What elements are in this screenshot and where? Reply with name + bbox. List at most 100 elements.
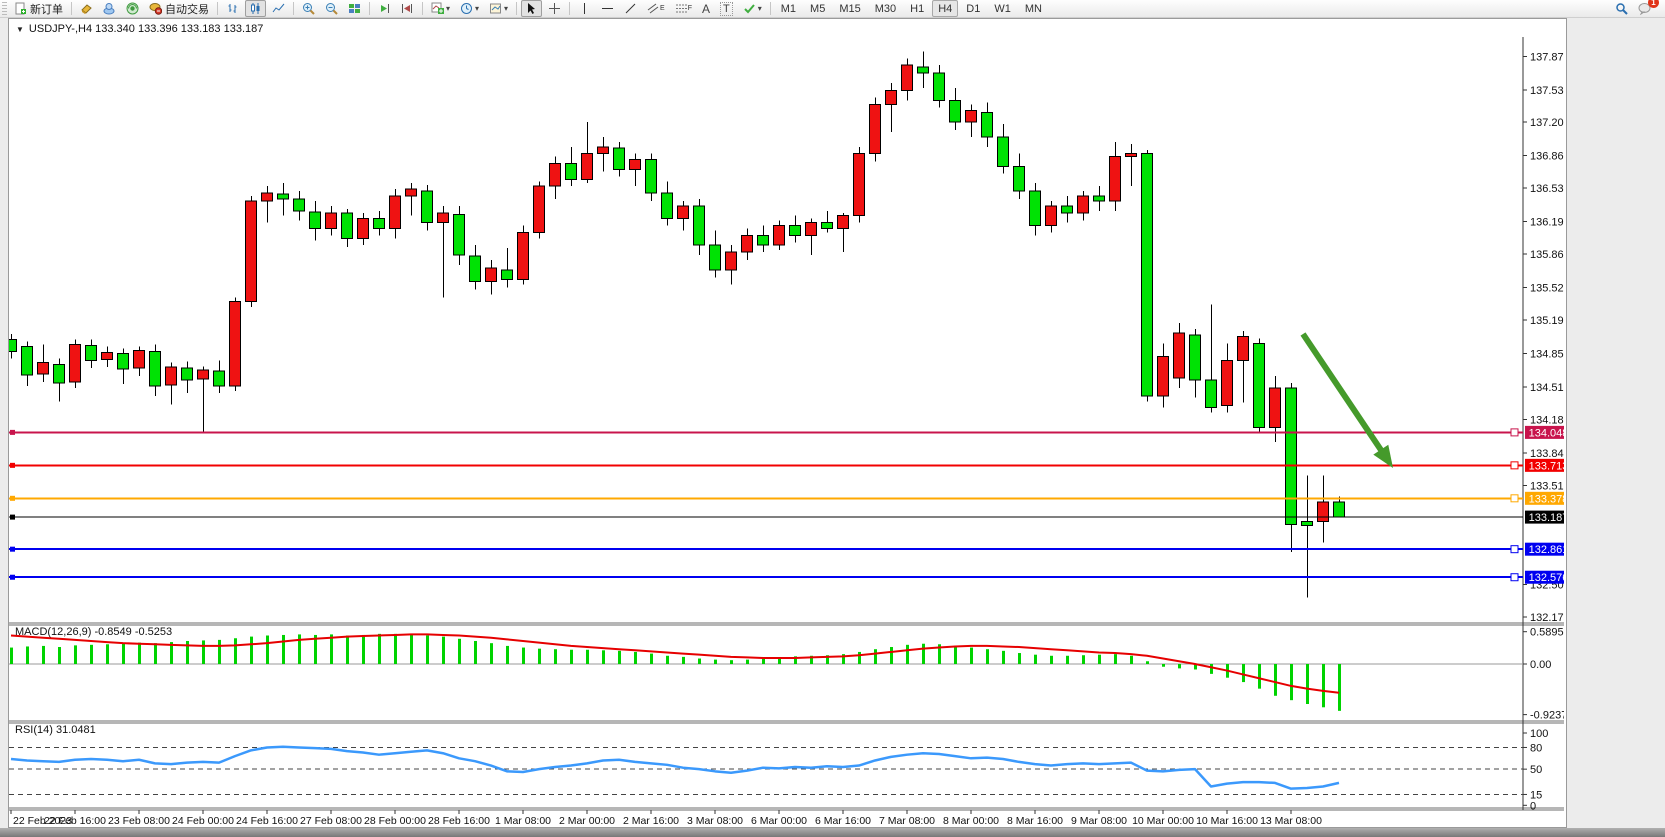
horizontal-line-button[interactable] xyxy=(597,0,618,17)
cursor-button[interactable] xyxy=(521,0,542,17)
new-order-icon xyxy=(14,2,27,15)
zoom-out-button[interactable] xyxy=(321,0,342,17)
candle-chart-icon xyxy=(249,2,262,15)
trendline-button[interactable] xyxy=(620,0,641,17)
rsi-pane[interactable]: 1008050150 xyxy=(9,728,1548,812)
new-order-label: 新订单 xyxy=(30,1,63,17)
signal-button[interactable] xyxy=(122,0,143,17)
channel-icon xyxy=(647,2,660,15)
svg-text:132.170: 132.170 xyxy=(1530,612,1564,624)
svg-text:10 Mar 16:00: 10 Mar 16:00 xyxy=(1196,815,1258,825)
timeframe-h4-button[interactable]: H4 xyxy=(932,0,958,17)
terminal-button[interactable] xyxy=(99,0,120,17)
auto-scroll-button[interactable] xyxy=(374,0,395,17)
search-button[interactable] xyxy=(1611,0,1632,17)
bar-chart-button[interactable] xyxy=(222,0,243,17)
arrows-icon xyxy=(743,2,756,15)
separator xyxy=(293,2,294,15)
collapse-triangle-icon[interactable]: ▼ xyxy=(16,25,24,34)
candles-layer[interactable] xyxy=(9,51,1345,597)
svg-text:27 Feb 08:00: 27 Feb 08:00 xyxy=(300,815,362,825)
zoom-in-button[interactable] xyxy=(298,0,319,17)
timeframe-h1-button[interactable]: H1 xyxy=(904,0,930,17)
macd-indicator-label: MACD(12,26,9) -0.8549 -0.5253 xyxy=(15,626,172,638)
cursor-icon xyxy=(525,2,538,15)
fibonacci-button[interactable]: F xyxy=(671,0,696,17)
bottom-strip xyxy=(0,828,1665,837)
dropdown-caret-icon: ▾ xyxy=(504,4,508,13)
svg-text:1 Mar 08:00: 1 Mar 08:00 xyxy=(495,815,551,825)
arrows-button[interactable]: ▾ xyxy=(739,0,766,17)
text-label-button[interactable]: T xyxy=(716,0,737,17)
svg-text:136.190: 136.190 xyxy=(1530,217,1564,229)
clock-icon xyxy=(460,2,473,15)
svg-text:133.840: 133.840 xyxy=(1530,448,1564,460)
styles-button[interactable] xyxy=(76,0,97,17)
macd-pane[interactable]: 0.58950.00-0.9237 xyxy=(9,627,1564,722)
auto-trading-button[interactable]: 自动交易 xyxy=(145,0,213,17)
svg-text:133.510: 133.510 xyxy=(1530,480,1564,492)
candle-chart-button[interactable] xyxy=(245,0,266,17)
auto-trading-label: 自动交易 xyxy=(165,1,209,17)
fibo-letter: F xyxy=(688,5,692,12)
timeframe-d1-button[interactable]: D1 xyxy=(960,0,986,17)
svg-text:8 Mar 16:00: 8 Mar 16:00 xyxy=(1007,815,1063,825)
time-axis[interactable]: 22 Feb 202322 Feb 16:0023 Feb 08:0024 Fe… xyxy=(11,810,1322,825)
svg-text:134.048: 134.048 xyxy=(1529,427,1564,439)
price-axis[interactable]: 137.870137.530137.200136.860136.530136.1… xyxy=(1523,51,1564,624)
toolbar-grip[interactable] xyxy=(2,2,7,15)
svg-text:134.180: 134.180 xyxy=(1530,414,1564,426)
timeframe-m1-button[interactable]: M1 xyxy=(775,0,802,17)
svg-text:22 Feb 16:00: 22 Feb 16:00 xyxy=(44,815,106,825)
dropdown-caret-icon: ▾ xyxy=(758,4,762,13)
terminal-icon xyxy=(103,2,116,15)
dropdown-caret-icon: ▾ xyxy=(446,4,450,13)
chart-shift-button[interactable] xyxy=(397,0,418,17)
notifications-button[interactable]: 1 xyxy=(1634,0,1655,17)
line-chart-button[interactable] xyxy=(268,0,289,17)
svg-text:135.520: 135.520 xyxy=(1530,283,1564,295)
equidistant-channel-button[interactable]: E xyxy=(643,0,669,17)
signal-icon xyxy=(126,2,139,15)
separator xyxy=(770,2,771,15)
timeframe-m30-button[interactable]: M30 xyxy=(869,0,902,17)
separator xyxy=(217,2,218,15)
price-levels-layer[interactable]: 134.048133.713133.378133.187132.861132.5… xyxy=(9,426,1564,584)
svg-text:10 Mar 00:00: 10 Mar 00:00 xyxy=(1132,815,1194,825)
separator xyxy=(71,2,72,15)
timeframe-w1-button[interactable]: W1 xyxy=(988,0,1017,17)
periods-button[interactable]: ▾ xyxy=(456,0,483,17)
chart-title: ▼USDJPY-,H4 133.340 133.396 133.183 133.… xyxy=(16,23,263,35)
svg-text:136.530: 136.530 xyxy=(1530,183,1564,195)
crosshair-button[interactable] xyxy=(544,0,565,17)
tile-windows-button[interactable] xyxy=(344,0,365,17)
timeframe-mn-button[interactable]: MN xyxy=(1019,0,1048,17)
trend-arrow-annotation[interactable] xyxy=(1303,334,1393,468)
svg-text:8 Mar 00:00: 8 Mar 00:00 xyxy=(943,815,999,825)
new-order-button[interactable]: 新订单 xyxy=(10,0,67,17)
notification-count-badge: 1 xyxy=(1648,0,1659,8)
timeframe-m5-button[interactable]: M5 xyxy=(804,0,831,17)
timeframe-m15-button[interactable]: M15 xyxy=(833,0,866,17)
svg-text:2 Mar 00:00: 2 Mar 00:00 xyxy=(559,815,615,825)
svg-text:100: 100 xyxy=(1530,728,1548,740)
channel-letter: E xyxy=(660,5,665,12)
search-icon xyxy=(1615,2,1628,15)
svg-text:133.713: 133.713 xyxy=(1529,460,1564,472)
tile-windows-icon xyxy=(348,2,361,15)
zoom-out-icon xyxy=(325,2,338,15)
svg-text:133.187: 133.187 xyxy=(1529,512,1564,524)
text-button[interactable]: A xyxy=(698,0,714,17)
auto-scroll-icon xyxy=(378,2,391,15)
svg-text:6 Mar 00:00: 6 Mar 00:00 xyxy=(751,815,807,825)
svg-text:137.870: 137.870 xyxy=(1530,51,1564,63)
label-tool-letter: T xyxy=(720,2,733,16)
vertical-line-button[interactable] xyxy=(574,0,595,17)
svg-text:0: 0 xyxy=(1530,800,1536,812)
auto-trading-icon xyxy=(149,2,162,15)
templates-button[interactable]: ▾ xyxy=(485,0,512,17)
price-chart-canvas[interactable]: 137.870137.530137.200136.860136.530136.1… xyxy=(9,19,1564,825)
svg-text:6 Mar 16:00: 6 Mar 16:00 xyxy=(815,815,871,825)
indicators-button[interactable]: ▾ xyxy=(427,0,454,17)
svg-text:13 Mar 08:00: 13 Mar 08:00 xyxy=(1260,815,1322,825)
